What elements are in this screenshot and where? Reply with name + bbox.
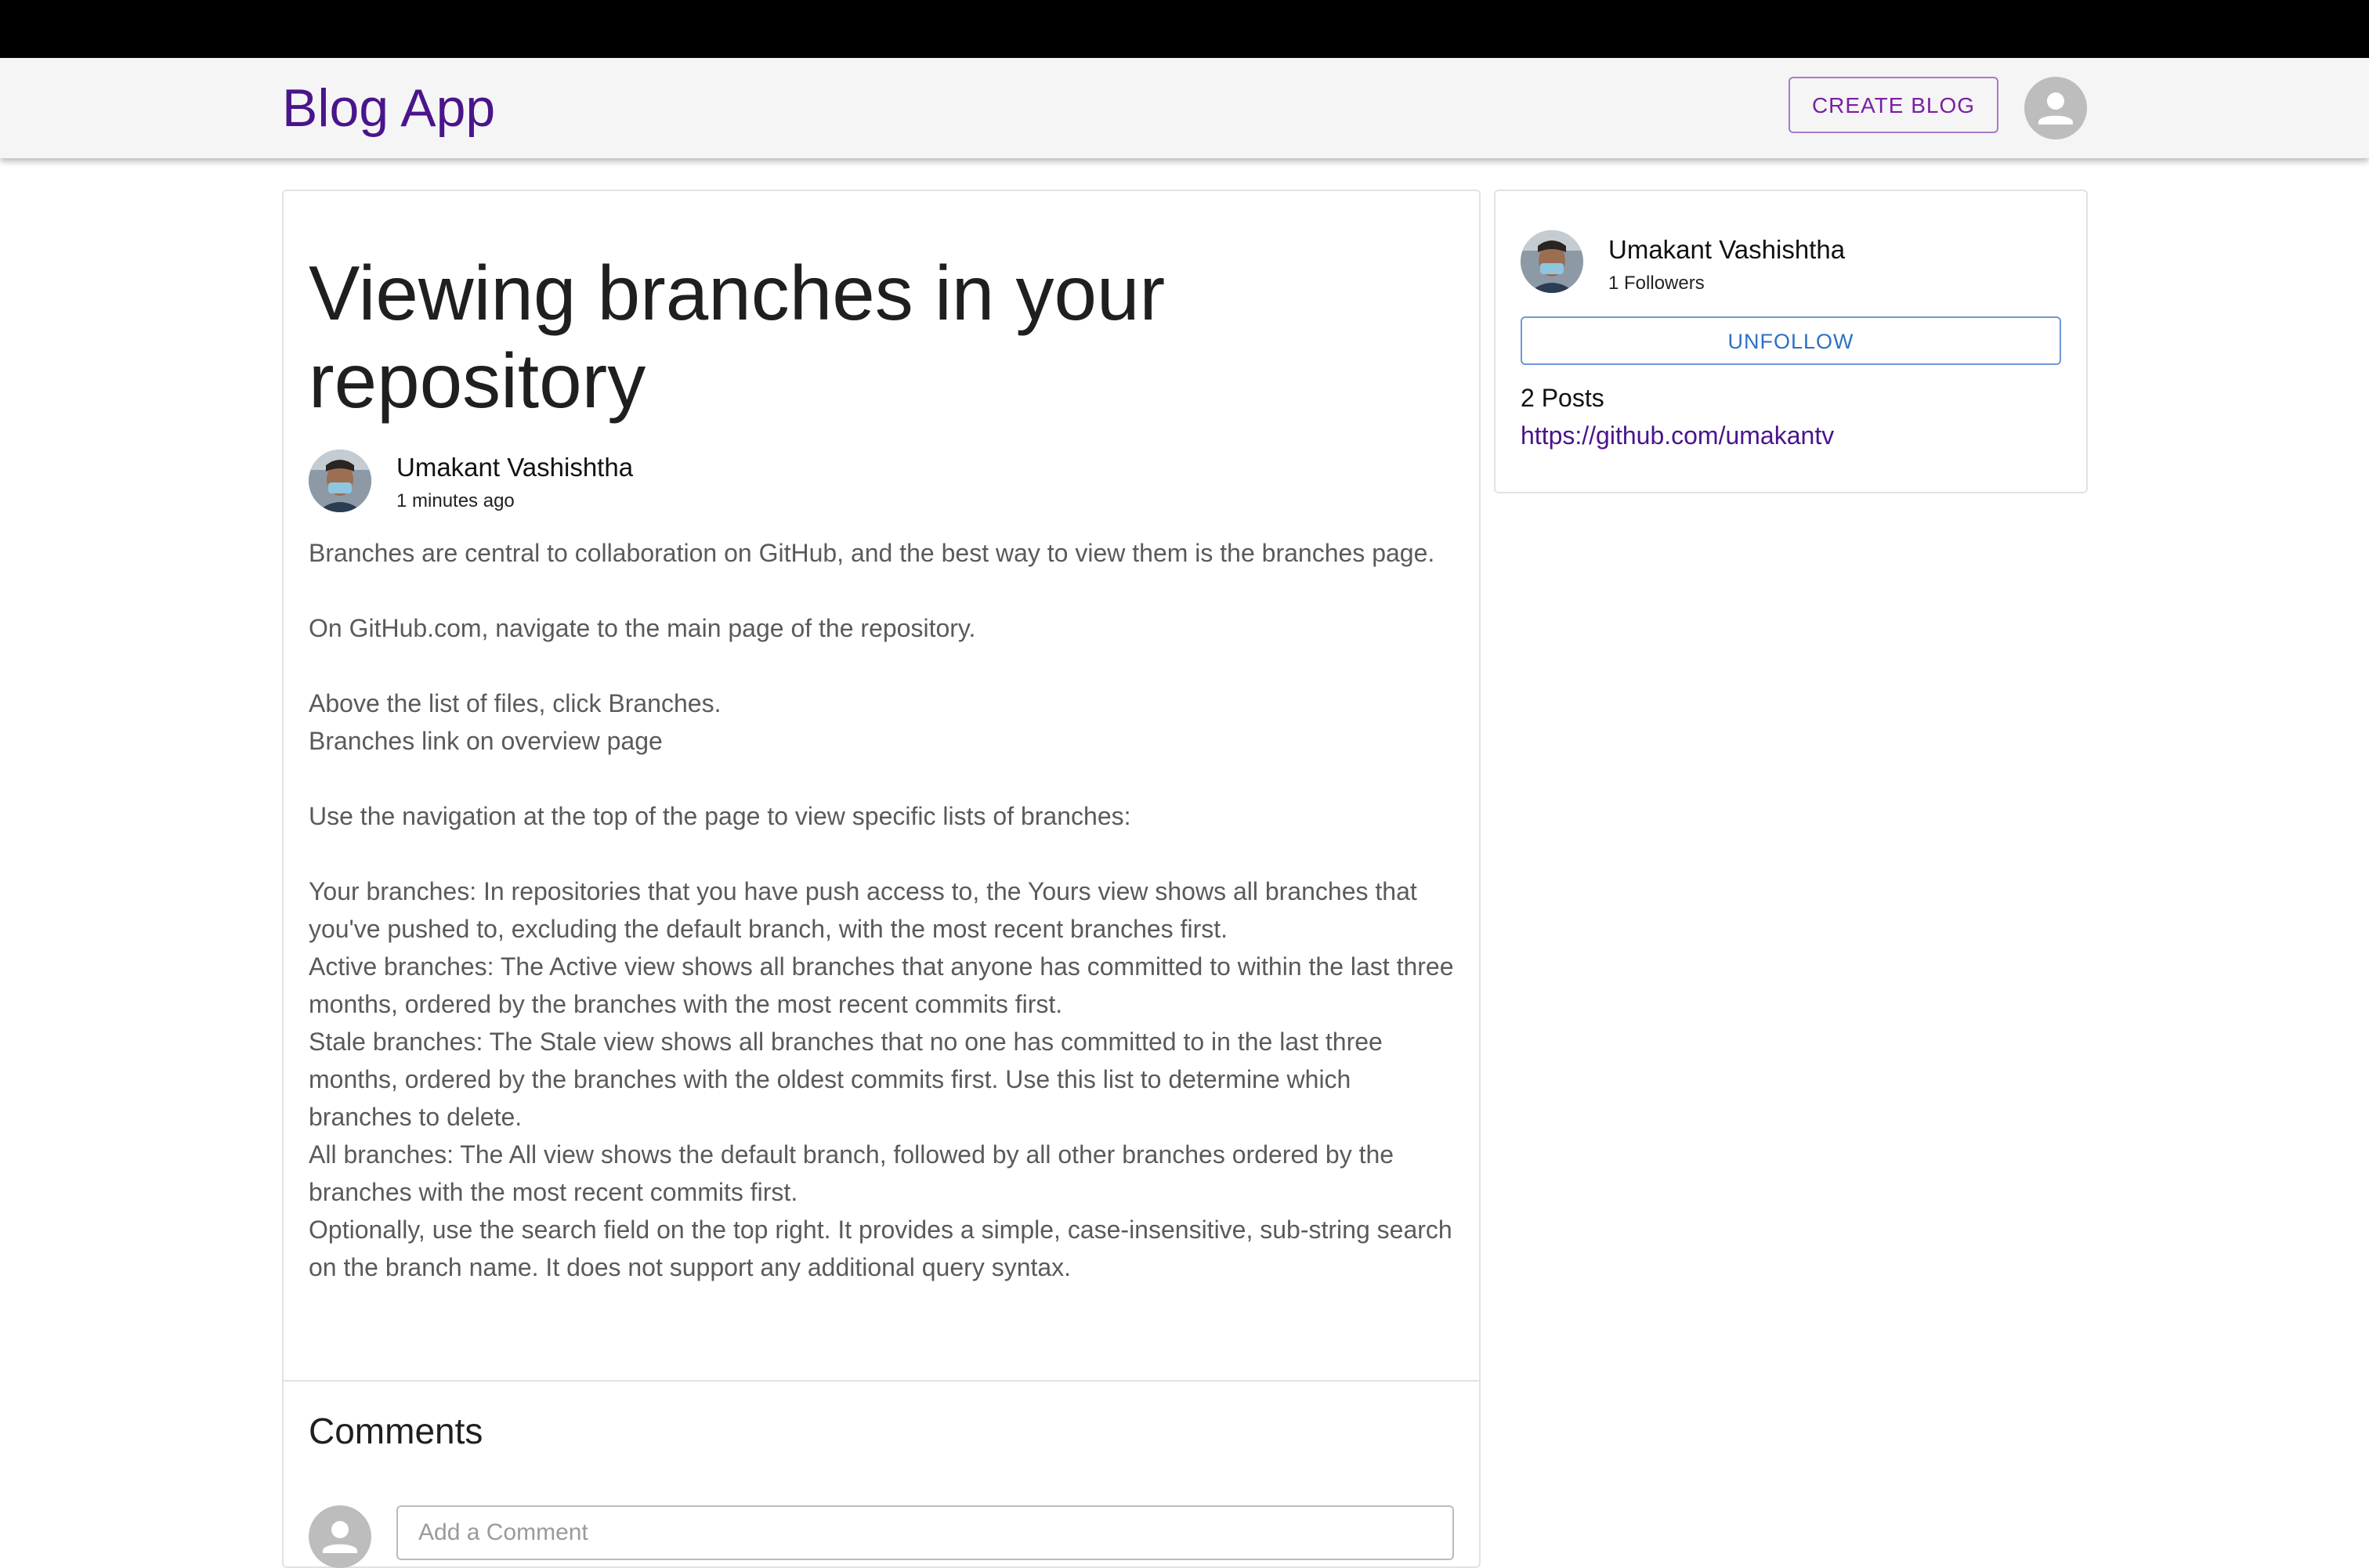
sidebar-author-name[interactable]: Umakant Vashishtha bbox=[1608, 235, 1845, 265]
post-body: Branches are central to collaboration on… bbox=[309, 534, 1460, 1286]
person-icon bbox=[323, 1521, 357, 1553]
post-paragraph: All branches: The All view shows the def… bbox=[309, 1140, 1394, 1206]
post-card: Viewing branches in your repository Umak… bbox=[282, 190, 1481, 1568]
post-time: 1 minutes ago bbox=[396, 490, 515, 511]
author-photo[interactable] bbox=[1521, 230, 1583, 293]
author-card: Umakant Vashishtha 1 Followers UNFOLLOW … bbox=[1494, 190, 2088, 493]
post-paragraph: Optionally, use the search field on the … bbox=[309, 1216, 1452, 1281]
post-paragraph: Branches are central to collaboration on… bbox=[309, 539, 1435, 567]
posts-count: 2 Posts bbox=[1521, 384, 1604, 412]
author-photo-image bbox=[1521, 230, 1583, 293]
user-avatar[interactable] bbox=[2024, 77, 2087, 139]
post-paragraph: Active branches: The Active view shows a… bbox=[309, 952, 1454, 1018]
profile-link[interactable]: https://github.com/umakantv bbox=[1521, 421, 1834, 450]
system-top-bar bbox=[0, 0, 2369, 58]
author-name[interactable]: Umakant Vashishtha bbox=[396, 453, 633, 482]
comments-title: Comments bbox=[309, 1411, 483, 1451]
post-paragraph: On GitHub.com, navigate to the main page… bbox=[309, 614, 976, 642]
author-photo[interactable] bbox=[309, 450, 371, 512]
comment-avatar bbox=[309, 1505, 371, 1568]
unfollow-button[interactable]: UNFOLLOW bbox=[1521, 316, 2061, 365]
post-paragraph: Stale branches: The Stale view shows all… bbox=[309, 1028, 1383, 1131]
post-title: Viewing branches in your repository bbox=[309, 250, 1166, 424]
create-blog-button[interactable]: CREATE BLOG bbox=[1789, 77, 1998, 133]
app-title[interactable]: Blog App bbox=[282, 74, 495, 143]
post-paragraph: Use the navigation at the top of the pag… bbox=[309, 802, 1131, 830]
comments-divider bbox=[284, 1380, 1479, 1382]
app-bar: Blog App CREATE BLOG bbox=[0, 58, 2369, 158]
followers-count: 1 Followers bbox=[1608, 273, 1705, 294]
comment-input[interactable] bbox=[396, 1505, 1454, 1560]
post-paragraph: Branches link on overview page bbox=[309, 727, 663, 755]
person-icon bbox=[2038, 92, 2073, 125]
post-paragraph: Your branches: In repositories that you … bbox=[309, 877, 1417, 943]
post-paragraph: Above the list of files, click Branches. bbox=[309, 689, 722, 717]
author-photo-image bbox=[309, 450, 371, 512]
